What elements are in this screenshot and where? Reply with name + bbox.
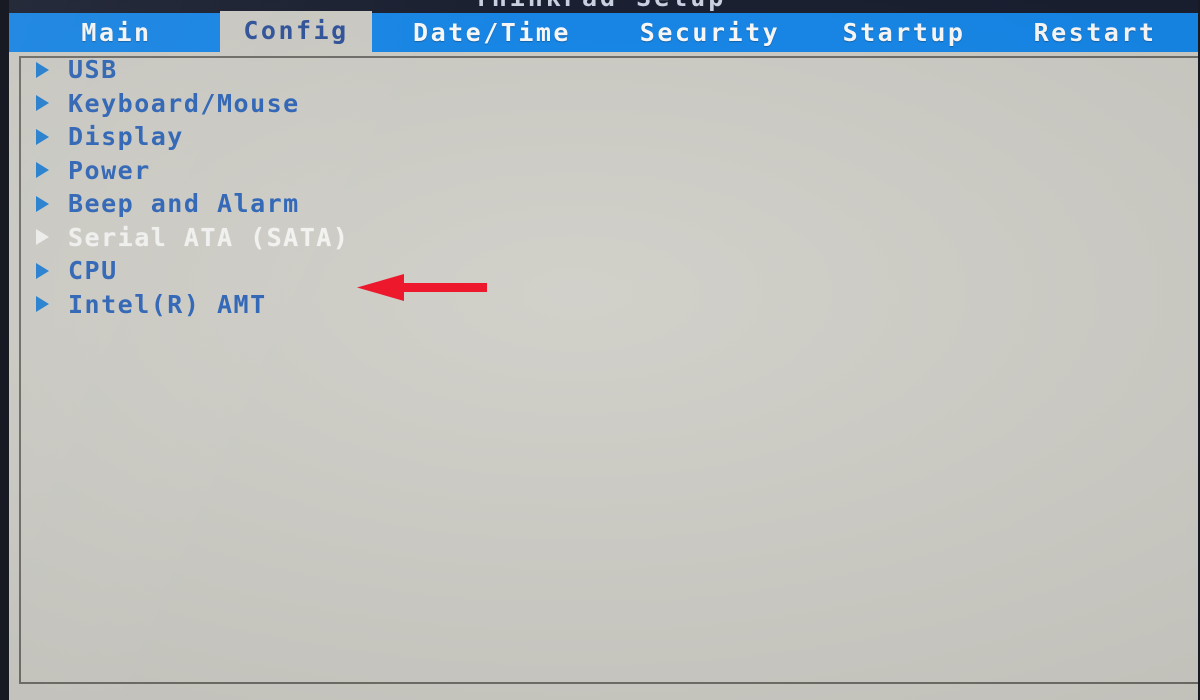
menu-item-label: CPU [68,256,118,286]
submenu-triangle-icon [36,254,54,288]
tab-config[interactable]: Config [220,11,372,52]
page-title: ThinkPad Setup [0,0,1200,12]
menu-item-intel-r-amt[interactable]: Intel(R) AMT [36,288,349,322]
screen-bezel-left [0,0,9,700]
menu-item-keyboard-mouse[interactable]: Keyboard/Mouse [36,87,349,121]
menu-item-label: Power [68,155,151,185]
bios-setup-screen-photo: ThinkPad Setup MainConfigDate/TimeSecuri… [0,0,1200,700]
red-left-arrow-svg [357,274,487,301]
menu-item-label: Serial ATA (SATA) [68,222,350,252]
menu-item-label: USB [68,55,118,85]
tab-date-time[interactable]: Date/Time [372,13,612,52]
menu-item-label: Beep and Alarm [68,189,300,219]
submenu-triangle-icon [36,120,54,154]
menu-item-label: Display [68,122,184,152]
submenu-triangle-icon [36,221,54,255]
tab-security[interactable]: Security [612,13,808,52]
submenu-triangle-icon [36,87,54,121]
config-menu-list[interactable]: USB Keyboard/Mouse Display Power Beep and Al… [36,53,349,321]
menu-item-display[interactable]: Display [36,120,349,154]
submenu-triangle-icon [36,187,54,221]
menu-item-power[interactable]: Power [36,154,349,188]
menu-item-cpu[interactable]: CPU [36,254,349,288]
tab-main[interactable]: Main [13,13,220,52]
submenu-triangle-icon [36,53,54,87]
menu-item-serial-ata-sata[interactable]: Serial ATA (SATA) [36,221,349,255]
submenu-triangle-icon [36,154,54,188]
menu-item-label: Keyboard/Mouse [68,88,300,118]
red-left-arrow-icon [357,274,487,301]
submenu-triangle-icon [36,288,54,322]
tab-restart[interactable]: Restart [1000,13,1190,52]
menu-item-usb[interactable]: USB [36,53,349,87]
menu-item-label: Intel(R) AMT [68,289,267,319]
tab-startup[interactable]: Startup [808,13,1000,52]
tab-bar[interactable]: Main Config Date/Time Security Startup Restar… [0,11,1200,52]
title-band: ThinkPad Setup [0,0,1200,13]
menu-item-beep-and-alarm[interactable]: Beep and Alarm [36,187,349,221]
